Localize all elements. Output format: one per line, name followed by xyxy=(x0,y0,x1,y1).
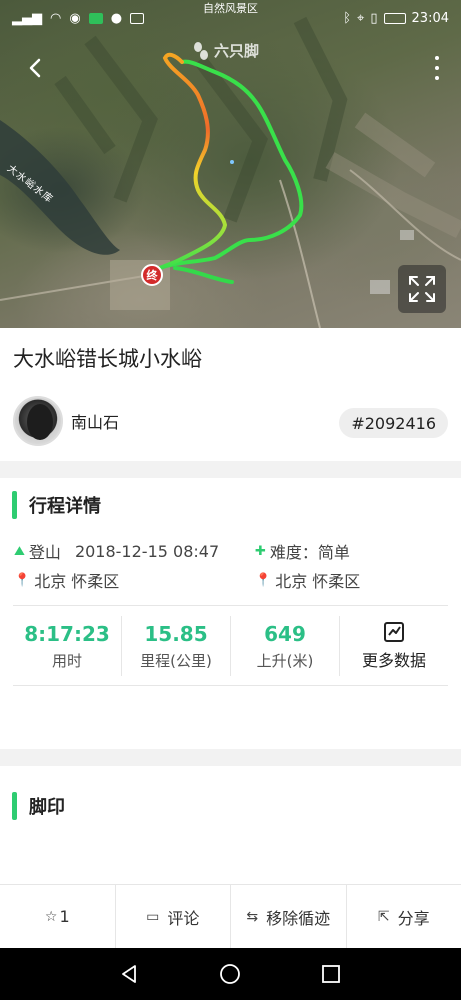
more-options-button[interactable] xyxy=(429,56,445,80)
author-row[interactable]: 南山石 xyxy=(13,396,119,446)
system-navigation-bar xyxy=(0,948,461,1000)
nav-back-icon[interactable] xyxy=(119,963,141,985)
chart-icon xyxy=(384,622,404,642)
share-button[interactable]: ⇱ 分享 xyxy=(347,885,461,948)
remove-track-label: 移除循迹 xyxy=(266,908,331,928)
stat-label: 里程(公里) xyxy=(140,651,212,670)
trip-detail-page: 自然风景区 ▂▄▆ ◠ ◉ ● ᛒ ⌖ ▯ 23:04 六只脚 大水峪水库 终 … xyxy=(0,0,461,1000)
trip-title: 大水峪错长城小水峪 xyxy=(13,347,202,371)
end-marker[interactable]: 终 xyxy=(141,264,163,286)
section-separator xyxy=(0,461,461,478)
comment-button[interactable]: ▭ 评论 xyxy=(116,885,231,948)
dot-icon xyxy=(435,56,439,60)
stat-value: 649 xyxy=(264,621,306,646)
difficulty-label: 难度：简单 xyxy=(269,543,350,562)
end-pin-icon: 📍 xyxy=(255,572,272,588)
back-button[interactable] xyxy=(22,54,50,82)
comment-icon: ▭ xyxy=(146,908,160,925)
footprint-section-title: 脚印 xyxy=(29,797,65,818)
accent-bar xyxy=(12,792,17,820)
chevron-left-icon xyxy=(29,58,41,78)
like-button[interactable]: ☆ 1 xyxy=(0,885,116,948)
start-pin-icon: 📍 xyxy=(14,572,31,588)
more-data-button[interactable]: 更多数据 xyxy=(340,616,448,676)
section-separator xyxy=(0,749,461,766)
activity-info: ⛰ 登山 2018-12-15 08:47 xyxy=(14,539,219,563)
difficulty-info: ✚ 难度：简单 xyxy=(255,539,350,563)
brand-watermark: 六只脚 xyxy=(192,40,259,61)
nav-recents-icon[interactable] xyxy=(320,963,342,985)
stat-distance: 15.85 里程(公里) xyxy=(122,616,231,676)
share-label: 分享 xyxy=(397,908,430,928)
expand-icon xyxy=(409,276,435,302)
start-datetime: 2018-12-15 08:47 xyxy=(74,541,220,561)
mountain-icon: ⛰ xyxy=(14,543,25,559)
bottom-action-bar: ☆ 1 ▭ 评论 ⇆ 移除循迹 ⇱ 分享 xyxy=(0,884,461,948)
divider xyxy=(13,605,448,606)
author-name[interactable]: 南山石 xyxy=(71,409,119,433)
dot-icon xyxy=(435,66,439,70)
start-location-info: 📍 北京 怀柔区 xyxy=(14,568,119,592)
trip-id-badge: #2092416 xyxy=(339,408,448,438)
stats-row: 8:17:23 用时 15.85 里程(公里) 649 上升(米) 更多数据 xyxy=(13,616,448,676)
details-section-title: 行程详情 xyxy=(29,496,101,517)
stat-value: 15.85 xyxy=(144,621,208,646)
footprint-logo-icon xyxy=(194,41,208,60)
star-icon: ☆ xyxy=(44,908,58,925)
divider xyxy=(13,685,448,686)
dot-icon xyxy=(435,76,439,80)
status-bar: 自然风景区 ▂▄▆ ◠ ◉ ● ᛒ ⌖ ▯ 23:04 xyxy=(0,0,461,36)
puzzle-icon: ✚ xyxy=(255,543,266,559)
comment-label: 评论 xyxy=(167,908,200,928)
accent-bar xyxy=(12,491,17,519)
end-location: 北京 怀柔区 xyxy=(275,572,361,591)
track-map[interactable]: 自然风景区 ▂▄▆ ◠ ◉ ● ᛒ ⌖ ▯ 23:04 六只脚 大水峪水库 终 xyxy=(0,0,461,328)
stat-label: 上升(米) xyxy=(256,651,314,670)
footprint-section-header: 脚印 xyxy=(12,792,65,820)
share-icon: ⇱ xyxy=(377,908,390,925)
details-section-header: 行程详情 xyxy=(12,491,101,519)
nav-home-icon[interactable] xyxy=(218,962,242,986)
status-center-text: 自然风景区 xyxy=(203,2,258,15)
more-data-label: 更多数据 xyxy=(361,651,426,670)
stat-duration: 8:17:23 用时 xyxy=(13,616,122,676)
stat-ascent: 649 上升(米) xyxy=(231,616,340,676)
like-count: 1 xyxy=(59,907,70,926)
avatar[interactable] xyxy=(13,396,63,446)
activity-type: 登山 xyxy=(28,543,61,562)
route-icon: ⇆ xyxy=(246,908,259,925)
brand-name: 六只脚 xyxy=(214,42,260,60)
fullscreen-button[interactable] xyxy=(398,265,446,313)
end-location-info: 📍 北京 怀柔区 xyxy=(255,568,360,592)
stat-label: 用时 xyxy=(51,651,82,670)
start-location: 北京 怀柔区 xyxy=(34,572,120,591)
remove-track-button[interactable]: ⇆ 移除循迹 xyxy=(231,885,347,948)
stat-value: 8:17:23 xyxy=(24,621,110,646)
